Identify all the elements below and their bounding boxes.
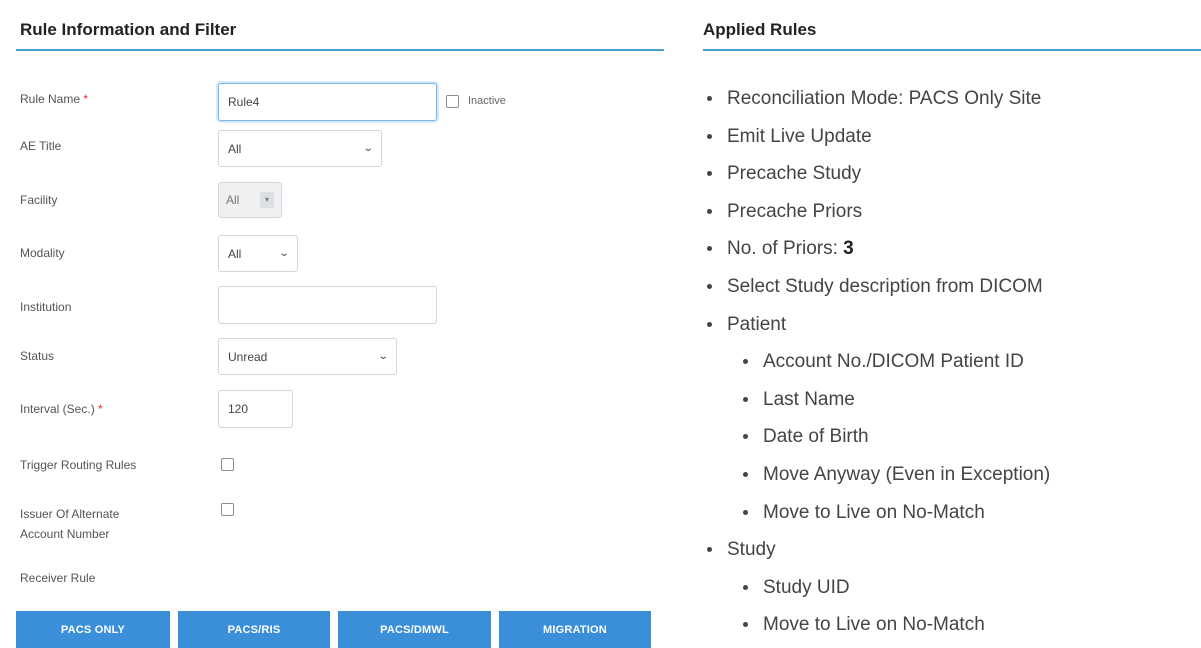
ae-title-select[interactable]: All ⌄ bbox=[218, 130, 382, 167]
issuer-alternate-account-checkbox[interactable] bbox=[221, 503, 234, 516]
inactive-checkbox[interactable] bbox=[446, 95, 459, 108]
spinner-arrow-icon: ▾ bbox=[260, 192, 274, 208]
section-title-rule-info: Rule Information and Filter bbox=[20, 20, 237, 39]
modality-value: All bbox=[228, 246, 242, 261]
ae-title-value: All bbox=[228, 141, 242, 156]
bullet-icon bbox=[743, 509, 748, 515]
facility-value: All bbox=[226, 193, 240, 207]
applied-rules-panel: Applied Rules Reconciliation Mode: PACS … bbox=[703, 0, 1201, 648]
modality-select[interactable]: All ⌄ bbox=[218, 235, 298, 272]
trigger-routing-checkbox[interactable] bbox=[221, 458, 234, 471]
bullet-icon bbox=[707, 246, 712, 252]
list-item: Select Study description from DICOM bbox=[707, 268, 1050, 306]
list-item: Reconciliation Mode: PACS Only Site bbox=[707, 80, 1050, 118]
list-item: Move to Live on No-Match bbox=[743, 494, 1050, 532]
bullet-icon bbox=[707, 96, 712, 101]
pacs-only-button[interactable]: PACS ONLY bbox=[16, 611, 170, 648]
list-item: Last Name bbox=[743, 381, 1050, 419]
rule-name-label: Rule Name * bbox=[20, 92, 89, 106]
bullet-icon bbox=[707, 321, 712, 327]
list-item: Account No./DICOM Patient ID bbox=[743, 343, 1050, 381]
status-label: Status bbox=[20, 349, 55, 363]
list-item: Patient bbox=[707, 306, 1050, 344]
institution-input[interactable] bbox=[218, 286, 437, 324]
interval-label: Interval (Sec.) * bbox=[20, 402, 103, 416]
facility-select[interactable]: All ▾ bbox=[218, 182, 282, 218]
chevron-down-icon: ⌄ bbox=[278, 248, 290, 259]
bullet-icon bbox=[743, 396, 748, 402]
bullet-icon bbox=[707, 208, 712, 214]
priors-count: 3 bbox=[843, 238, 854, 260]
interval-input[interactable]: 120 bbox=[218, 390, 293, 428]
list-item: Move to Live on No-Match bbox=[743, 606, 1050, 644]
status-select[interactable]: Unread ⌄ bbox=[218, 338, 397, 375]
section-divider bbox=[16, 49, 664, 51]
receiver-rule-label: Receiver Rule bbox=[20, 571, 96, 585]
bullet-icon bbox=[707, 283, 712, 289]
trigger-routing-label: Trigger Routing Rules bbox=[20, 458, 137, 472]
list-item: Study bbox=[707, 531, 1050, 569]
section-divider bbox=[703, 49, 1201, 51]
bullet-icon bbox=[707, 171, 712, 177]
facility-label: Facility bbox=[20, 193, 58, 207]
bullet-icon bbox=[743, 622, 748, 628]
status-value: Unread bbox=[228, 349, 268, 364]
pacs-dmwl-button[interactable]: PACS/DMWL bbox=[338, 611, 491, 648]
list-item: Move Anyway (Even in Exception) bbox=[743, 456, 1050, 494]
bullet-icon bbox=[743, 584, 748, 590]
migration-button[interactable]: MIGRATION bbox=[499, 611, 651, 648]
bullet-icon bbox=[743, 434, 748, 440]
bullet-icon bbox=[743, 359, 748, 365]
applied-rules-list: Reconciliation Mode: PACS Only Site Emit… bbox=[703, 80, 1050, 644]
bullet-icon bbox=[707, 547, 712, 553]
issuer-alternate-account-label: Issuer Of Alternate Account Number bbox=[20, 507, 120, 541]
chevron-down-icon: ⌄ bbox=[362, 143, 374, 154]
modality-label: Modality bbox=[20, 246, 65, 260]
bullet-icon bbox=[707, 133, 712, 139]
chevron-down-icon: ⌄ bbox=[377, 351, 389, 362]
institution-label: Institution bbox=[20, 300, 72, 314]
list-item: Study UID bbox=[743, 569, 1050, 607]
rule-information-panel: Rule Information and Filter Rule Name * … bbox=[16, 0, 666, 648]
list-item: Precache Study bbox=[707, 155, 1050, 193]
bullet-icon bbox=[743, 471, 748, 477]
inactive-label: Inactive bbox=[468, 95, 506, 107]
pacs-ris-button[interactable]: PACS/RIS bbox=[178, 611, 330, 648]
section-title-applied-rules: Applied Rules bbox=[703, 20, 817, 39]
list-item: Precache Priors bbox=[707, 193, 1050, 231]
rule-name-value: Rule4 bbox=[228, 95, 260, 109]
rule-name-input[interactable]: Rule4 bbox=[218, 83, 437, 121]
list-item: Date of Birth bbox=[743, 418, 1050, 456]
list-item: No. of Priors: 3 bbox=[707, 230, 1050, 268]
list-item: Emit Live Update bbox=[707, 118, 1050, 156]
interval-value: 120 bbox=[228, 402, 249, 416]
ae-title-label: AE Title bbox=[20, 139, 62, 153]
